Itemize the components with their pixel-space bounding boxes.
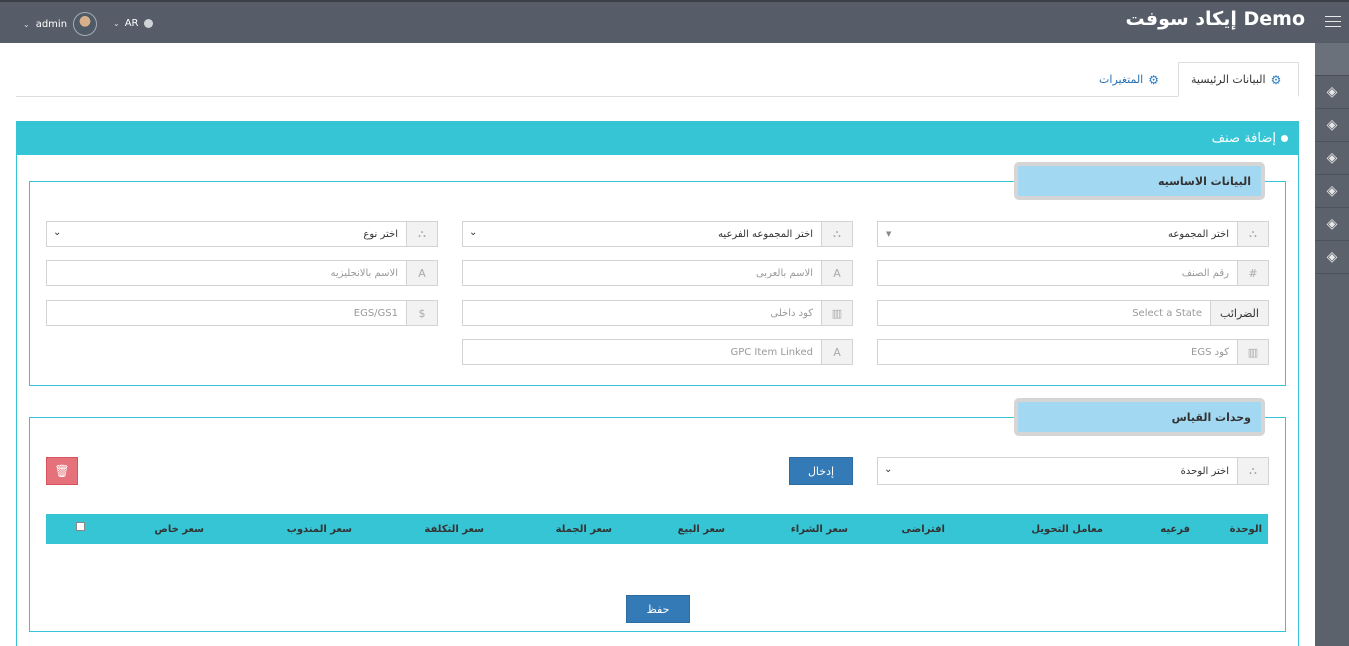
layers-icon[interactable]: ◈ — [1315, 76, 1349, 109]
language-switcher[interactable]: ⌄ AR — [113, 18, 153, 29]
tab-bar: البيانات الرئيسية ⚙ المتغيرات ⚙ — [16, 62, 1299, 97]
trash-icon: 🗑 — [54, 464, 70, 478]
sitemap-icon: ⛬ — [406, 222, 437, 246]
column-header: فرعيه — [1160, 524, 1190, 535]
name-ar-input[interactable]: A الاسم بالعربى — [462, 260, 853, 286]
sitemap-icon: ⛬ — [1237, 458, 1268, 484]
font-icon: A — [821, 340, 852, 364]
gpc-item-input[interactable]: A GPC Item Linked — [462, 339, 853, 365]
item-number-input[interactable]: # رقم الصنف — [877, 260, 1269, 286]
column-header: سعر التكلفة — [424, 524, 484, 535]
egs-code-placeholder: EGS كود — [1191, 346, 1229, 358]
column-header: سعر الشراء — [790, 524, 848, 535]
unit-select-value: اختر الوحدة — [1180, 465, 1229, 477]
top-bar: إيكاد سوفت Demo ⌄ admin ⌄ AR — [0, 0, 1349, 43]
add-item-panel: إضافة صنف البيانات الاساسيه ⛬ ▼ اختر المج… — [16, 121, 1299, 646]
subgroup-select[interactable]: ⛬ ⌄ اختر المجموعه الفرعيه — [462, 221, 853, 247]
caret-down-icon: ▼ — [886, 230, 892, 238]
internal-code-placeholder: كود داخلى — [770, 307, 813, 319]
panel-header: إضافة صنف — [17, 122, 1298, 155]
units-fieldset: وحدات القياس ⛬ ⌄ اختر الوحدة إدخال 🗑 الوح… — [29, 398, 1286, 632]
user-name: admin — [35, 18, 68, 30]
barcode-icon: ▥ — [821, 301, 852, 325]
chevron-down-icon: ⌄ — [884, 464, 893, 475]
gear-icon: ⚙ — [1270, 72, 1282, 87]
column-header: معامل التحويل — [1031, 524, 1103, 535]
units-legend: وحدات القياس — [1014, 398, 1265, 436]
group-select-value: اختر المجموعه — [1167, 228, 1229, 240]
gpc-placeholder: GPC Item Linked — [730, 346, 813, 358]
column-header: سعر البيع — [677, 524, 725, 535]
chevron-down-icon: ⌄ — [23, 19, 30, 29]
globe-icon — [143, 19, 153, 28]
column-header: سعر الجملة — [555, 524, 612, 535]
layers-icon[interactable]: ◈ — [1315, 241, 1349, 274]
avatar — [73, 12, 98, 36]
egs-gs1-input[interactable]: $ EGS/GS1 — [46, 300, 438, 326]
column-header: افتراضى — [901, 524, 946, 535]
subgroup-select-value: اختر المجموعه الفرعيه — [718, 228, 813, 240]
egs-gs1-placeholder: EGS/GS1 — [353, 307, 398, 319]
user-menu[interactable]: ⌄ admin — [23, 12, 98, 36]
tax-select[interactable]: الضرائب Select a State — [877, 300, 1269, 326]
name-ar-placeholder: الاسم بالعربى — [755, 267, 813, 279]
column-header: سعر المندوب — [286, 524, 352, 535]
hamburger-icon[interactable] — [1325, 16, 1341, 28]
tax-placeholder: Select a State — [1132, 307, 1202, 319]
save-button[interactable]: حفظ — [626, 595, 690, 623]
hash-icon: # — [1237, 261, 1268, 285]
layers-icon[interactable]: ◈ — [1315, 208, 1349, 241]
language-label: AR — [124, 18, 139, 29]
tab-variables[interactable]: المتغيرات ⚙ — [1087, 62, 1171, 97]
tax-label: الضرائب — [1210, 301, 1268, 325]
egs-code-input[interactable]: ▥ EGS كود — [877, 339, 1269, 365]
type-select[interactable]: ⛬ ⌄ اختر نوع — [46, 221, 438, 247]
name-en-placeholder: الاسم بالانجليزيه — [330, 267, 398, 279]
sitemap-icon: ⛬ — [821, 222, 852, 246]
item-number-placeholder: رقم الصنف — [1181, 267, 1229, 279]
right-sidebar: ◈ ◈ ◈ ◈ ◈ ◈ — [1315, 43, 1349, 646]
chevron-down-icon: ⌄ — [113, 19, 120, 28]
chevron-down-icon: ⌄ — [469, 227, 478, 238]
chevron-down-icon: ⌄ — [53, 227, 62, 238]
sidebar-toggle[interactable] — [1315, 43, 1349, 76]
name-en-input[interactable]: A الاسم بالانجليزيه — [46, 260, 438, 286]
tab-variables-label: المتغيرات — [1099, 73, 1144, 86]
delete-button[interactable]: 🗑 — [46, 457, 78, 485]
tab-main-data[interactable]: البيانات الرئيسية ⚙ — [1178, 62, 1299, 97]
column-header: سعر خاص — [154, 524, 204, 535]
sitemap-icon: ⛬ — [1237, 222, 1268, 246]
dollar-icon: $ — [406, 301, 437, 325]
font-icon: A — [406, 261, 437, 285]
unit-select[interactable]: ⛬ ⌄ اختر الوحدة — [877, 457, 1269, 485]
layers-icon[interactable]: ◈ — [1315, 109, 1349, 142]
select-all-checkbox[interactable] — [76, 522, 85, 531]
layers-icon[interactable]: ◈ — [1315, 142, 1349, 175]
group-select[interactable]: ⛬ ▼ اختر المجموعه — [877, 221, 1269, 247]
basic-data-fieldset: البيانات الاساسيه ⛬ ▼ اختر المجموعه ⛬ ⌄ اخ… — [29, 162, 1286, 386]
gear-icon: ⚙ — [1148, 72, 1159, 87]
internal-code-input[interactable]: ▥ كود داخلى — [462, 300, 853, 326]
tab-main-label: البيانات الرئيسية — [1191, 73, 1266, 86]
type-select-value: اختر نوع — [363, 228, 398, 240]
barcode-icon: ▥ — [1237, 340, 1268, 364]
column-header: الوحدة — [1229, 524, 1262, 535]
basic-data-legend: البيانات الاساسيه — [1014, 162, 1265, 200]
insert-button[interactable]: إدخال — [789, 457, 853, 485]
units-table-header: الوحدة فرعيه معامل التحويل افتراضى سعر ا… — [46, 514, 1268, 544]
brand-title: إيكاد سوفت Demo — [1125, 8, 1305, 30]
circle-icon — [1281, 135, 1288, 142]
panel-title: إضافة صنف — [1211, 131, 1276, 146]
font-icon: A — [821, 261, 852, 285]
layers-icon[interactable]: ◈ — [1315, 175, 1349, 208]
